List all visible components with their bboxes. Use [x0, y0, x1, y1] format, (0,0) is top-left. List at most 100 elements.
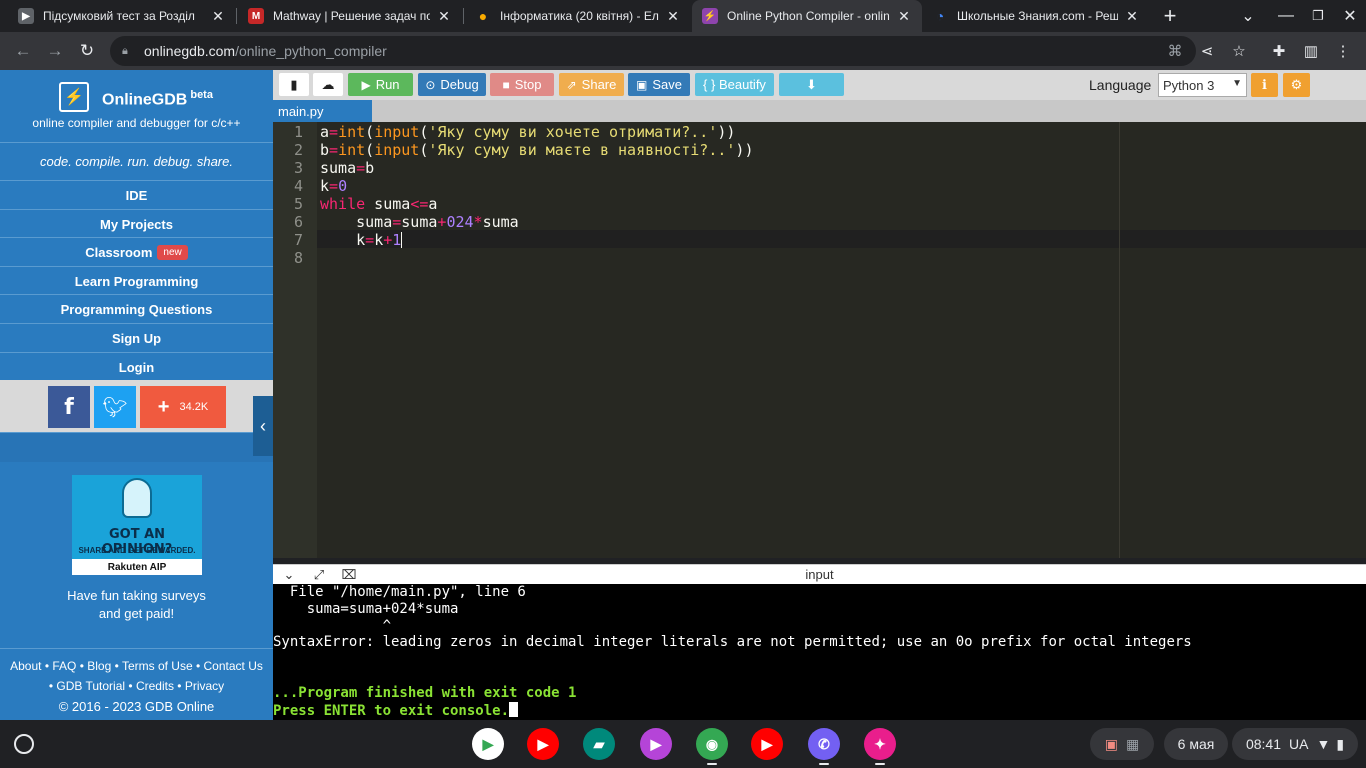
reload-icon[interactable]: ↻	[72, 36, 102, 66]
youtube-music-icon[interactable]: ▶	[751, 728, 783, 760]
browser-tab-active[interactable]: ⚡ Online Python Compiler - onlin ✕	[692, 0, 922, 32]
beautify-button[interactable]: { } Beautify	[695, 73, 774, 96]
sidebar-footer: About • FAQ • Blog • Terms of Use • Cont…	[0, 648, 273, 720]
close-tab-icon[interactable]: ✕	[896, 8, 912, 25]
sidebar-item-sign-up[interactable]: Sign Up	[0, 323, 273, 352]
sidebar-item-programming-questions[interactable]: Programming Questions	[0, 294, 273, 323]
close-tab-icon[interactable]: ✕	[665, 8, 681, 25]
browser-tab[interactable]: M Mathway | Решение задач по ✕	[238, 0, 462, 32]
code-editor[interactable]: 1 a=int(input('Яку суму ви хочете отримат…	[273, 122, 1366, 558]
maximize-icon[interactable]: ❐	[1302, 0, 1334, 32]
slogan: code. compile. run. debug. share.	[0, 142, 273, 180]
language-select[interactable]: Python 3 ▼	[1158, 73, 1247, 97]
launcher-icon[interactable]	[14, 734, 34, 754]
footer-link-about[interactable]: About	[10, 659, 41, 673]
share-button[interactable]: ⇗ Share	[559, 73, 624, 96]
close-window-icon[interactable]: ✕	[1334, 0, 1366, 32]
console-line: ...Program finished with exit code 1	[273, 685, 577, 701]
code-line[interactable]: k=k+1	[320, 231, 403, 249]
run-button[interactable]: ▶ Run	[348, 73, 413, 96]
share-icon: ⇗	[566, 77, 577, 92]
ad-banner[interactable]: GOT AN OPINION? SHARE AND GET REWARDED. …	[72, 475, 202, 575]
chrome-icon[interactable]: ◉	[696, 728, 728, 760]
holding-space-tray[interactable]: ▣ ▦	[1090, 728, 1154, 760]
code-line[interactable]: b=int(input('Яку суму ви маєте в наявнос…	[320, 141, 753, 159]
footer-link-contact[interactable]: Contact Us	[204, 659, 263, 673]
share-icon[interactable]: ⋖	[1192, 36, 1222, 66]
close-tab-icon[interactable]: ✕	[210, 8, 226, 25]
console-line: suma=suma+024*suma	[273, 601, 459, 617]
console-output[interactable]: File "/home/main.py", line 6 suma=suma+0…	[273, 584, 1366, 720]
footer-link-blog[interactable]: Blog	[87, 659, 111, 673]
line-number: 2	[293, 141, 303, 159]
stop-button[interactable]: ■ Stop	[490, 73, 554, 96]
new-tab-button[interactable]: +	[1154, 0, 1186, 32]
play-movies-icon[interactable]: ▶	[640, 728, 672, 760]
floppy-icon: ▣	[636, 77, 648, 92]
minimize-icon[interactable]: —	[1270, 0, 1302, 32]
tab-search-icon[interactable]: ⌄	[1232, 0, 1264, 32]
sidebar-item-login[interactable]: Login	[0, 352, 273, 381]
bookmark-star-icon[interactable]: ☆	[1224, 36, 1254, 66]
code-line[interactable]: a=int(input('Яку суму ви хочете отримати…	[320, 123, 735, 141]
translate-icon[interactable]: ⌘	[1160, 36, 1190, 66]
footer-link-gdb-tutorial[interactable]: GDB Tutorial	[56, 679, 125, 693]
running-indicator	[875, 763, 885, 765]
footer-link-terms[interactable]: Terms of Use	[122, 659, 193, 673]
sidebar-item-my-projects[interactable]: My Projects	[0, 209, 273, 238]
forward-icon[interactable]: →	[40, 36, 70, 66]
footer-link-faq[interactable]: FAQ	[52, 659, 76, 673]
code-line[interactable]: suma=suma+024*suma	[320, 213, 519, 231]
address-bar[interactable]: 🔒︎ onlinegdb.com/online_python_compiler	[110, 36, 1196, 66]
facebook-icon[interactable]: f	[48, 386, 90, 428]
side-panel-icon[interactable]: ▥	[1296, 36, 1326, 66]
play-icon: ▶	[361, 77, 371, 92]
upload-button[interactable]: ☁	[313, 73, 343, 96]
viber-icon[interactable]: ✆	[808, 728, 840, 760]
print-margin	[1119, 122, 1120, 558]
date-tray[interactable]: 6 мая	[1164, 728, 1228, 760]
brand-header[interactable]: ⚡ OnlineGDB beta online compiler and debu…	[0, 70, 273, 142]
browser-tab[interactable]: ▶ Підсумковий тест за Розділ ✕	[8, 0, 236, 32]
save-button[interactable]: ▣ Save	[628, 73, 690, 96]
code-line[interactable]: suma=b	[320, 159, 374, 177]
console-title: input	[805, 567, 834, 582]
code-line[interactable]: k=0	[320, 177, 347, 195]
ad-caption[interactable]: Have fun taking surveys and get paid!	[0, 587, 273, 623]
running-indicator	[819, 763, 829, 765]
debug-button[interactable]: ⊙ Debug	[418, 73, 486, 96]
gear-icon[interactable]: ⚙	[1283, 73, 1310, 97]
more-menu-icon[interactable]: ⋮	[1328, 36, 1358, 66]
line-number: 8	[293, 249, 303, 267]
footer-link-credits[interactable]: Credits	[136, 679, 174, 693]
language-label: Language	[1089, 77, 1152, 93]
back-icon[interactable]: ←	[8, 36, 38, 66]
browser-tab[interactable]: ● Інформатика (20 квітня) - Ел ✕	[465, 0, 691, 32]
line-number: 6	[293, 213, 303, 231]
sidebar-item-classroom[interactable]: Classroom new	[0, 237, 273, 266]
line-number: 4	[293, 177, 303, 195]
footer-link-privacy[interactable]: Privacy	[185, 679, 224, 693]
play-store-icon[interactable]: ▶	[472, 728, 504, 760]
meet-icon[interactable]: ▰	[583, 728, 615, 760]
browser-tab[interactable]: ◔ Школьные Знания.com - Реш ✕	[922, 0, 1150, 32]
download-button[interactable]: ⬇	[779, 73, 844, 96]
close-tab-icon[interactable]: ✕	[436, 8, 452, 25]
tab-title: Школьные Знания.com - Реш	[957, 9, 1118, 23]
extensions-icon[interactable]: ✚	[1264, 36, 1294, 66]
status-tray[interactable]: 08:41 UA ▼ ▮	[1232, 728, 1358, 760]
tab-separator	[236, 8, 237, 24]
info-icon[interactable]: ℹ	[1251, 73, 1278, 97]
youtube-icon[interactable]: ▶	[527, 728, 559, 760]
share-count-button[interactable]: +34.2K	[140, 386, 226, 428]
collapse-sidebar-icon[interactable]: ‹	[253, 396, 273, 456]
close-tab-icon[interactable]: ✕	[1124, 8, 1140, 25]
sidebar-item-ide[interactable]: IDE	[0, 180, 273, 209]
gallery-icon[interactable]: ✦	[864, 728, 896, 760]
running-indicator	[707, 763, 717, 765]
sidebar-item-learn-programming[interactable]: Learn Programming	[0, 266, 273, 295]
code-line[interactable]: while suma<=a	[320, 195, 437, 213]
twitter-icon[interactable]: 🐦︎	[94, 386, 136, 428]
tab-main-py[interactable]: main.py	[273, 100, 372, 122]
new-file-button[interactable]: ▮	[279, 73, 309, 96]
